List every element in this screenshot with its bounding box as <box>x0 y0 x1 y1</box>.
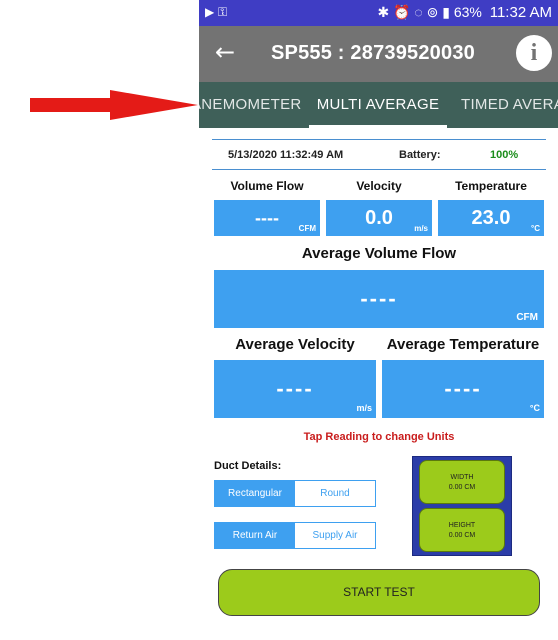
divider <box>212 139 546 140</box>
battery-percentage: 63% <box>453 4 482 20</box>
height-value: 0.00 CM <box>448 532 476 539</box>
back-arrow-icon[interactable]: ← <box>215 38 235 66</box>
app-bar: ← SP555 : 28739520030 i <box>199 26 558 82</box>
velocity-unit: m/s <box>414 224 428 233</box>
red-arrow-annotation <box>30 90 198 120</box>
width-field[interactable]: WIDTH 0.00 CM <box>419 460 505 504</box>
volume-flow-label: Volume Flow <box>230 179 304 193</box>
temperature-value: 23.0 <box>471 207 511 229</box>
avg-volume-flow-reading[interactable]: ---- CFM <box>214 270 544 328</box>
avg-volume-flow-heading: Average Volume Flow <box>301 245 457 262</box>
tab-bar: ANEMOMETER MULTI AVERAGE TIMED AVERAGE <box>199 82 558 128</box>
notification-icons: ▶ ⚿ <box>205 5 228 19</box>
avg-temperature-heading: Average Temperature <box>386 336 540 353</box>
height-field[interactable]: HEIGHT 0.00 CM <box>419 508 505 552</box>
clock: 11:32 AM <box>489 4 552 21</box>
avg-velocity-reading[interactable]: ---- m/s <box>214 360 376 418</box>
width-value: 0.00 CM <box>448 484 476 491</box>
units-hint: Tap Reading to change Units <box>303 431 455 443</box>
status-bar: ▶ ⚿ ✱ ⏰ ◌ ⊚ ▮ 63% 11:32 AM <box>199 0 558 26</box>
tab-timed-average[interactable]: TIMED AVERAGE <box>461 82 558 128</box>
velocity-reading[interactable]: 0.0 m/s <box>326 200 432 236</box>
battery-value: 100% <box>490 149 519 161</box>
info-icon[interactable]: i <box>516 35 552 71</box>
volume-flow-reading[interactable]: ---- CFM <box>214 200 320 236</box>
width-label: WIDTH <box>450 474 474 481</box>
duct-shape-toggle: Rectangular Round <box>214 480 376 507</box>
duct-dimensions-panel: WIDTH 0.00 CM HEIGHT 0.00 CM <box>412 456 512 556</box>
temperature-unit: °C <box>531 224 540 233</box>
start-test-button[interactable]: START TEST <box>218 569 540 616</box>
tab-multi-average[interactable]: MULTI AVERAGE <box>309 82 447 128</box>
duct-details-label: Duct Details: <box>214 460 282 472</box>
page-title: SP555 : 28739520030 <box>271 42 475 64</box>
avg-temperature-value: ---- <box>444 376 482 401</box>
velocity-label: Velocity <box>356 179 402 193</box>
datetime-text: 5/13/2020 11:32:49 AM <box>228 149 344 161</box>
avg-volume-flow-unit: CFM <box>516 312 538 323</box>
volume-flow-unit: CFM <box>298 224 316 233</box>
tab-selected-indicator <box>309 125 447 128</box>
avg-temperature-unit: °C <box>529 403 540 413</box>
system-icons: ✱ ⏰ ◌ ⊚ ▮ <box>377 4 450 20</box>
air-type-toggle: Return Air Supply Air <box>214 522 376 549</box>
avg-velocity-heading: Average Velocity <box>235 336 355 353</box>
return-air-option[interactable]: Return Air <box>215 523 295 548</box>
battery-label: Battery: <box>399 149 441 161</box>
round-option[interactable]: Round <box>295 481 375 506</box>
avg-temperature-reading[interactable]: ---- °C <box>382 360 544 418</box>
avg-volume-flow-value: ---- <box>360 286 398 311</box>
divider <box>212 169 546 170</box>
avg-velocity-value: ---- <box>276 376 314 401</box>
avg-velocity-unit: m/s <box>356 403 372 413</box>
height-label: HEIGHT <box>448 522 476 529</box>
status-right: ✱ ⏰ ◌ ⊚ ▮ 63% 11:32 AM <box>377 4 552 21</box>
temperature-reading[interactable]: 23.0 °C <box>438 200 544 236</box>
tab-anemometer[interactable]: ANEMOMETER <box>199 82 302 128</box>
temperature-label: Temperature <box>455 179 527 193</box>
rectangular-option[interactable]: Rectangular <box>215 481 295 506</box>
supply-air-option[interactable]: Supply Air <box>295 523 375 548</box>
